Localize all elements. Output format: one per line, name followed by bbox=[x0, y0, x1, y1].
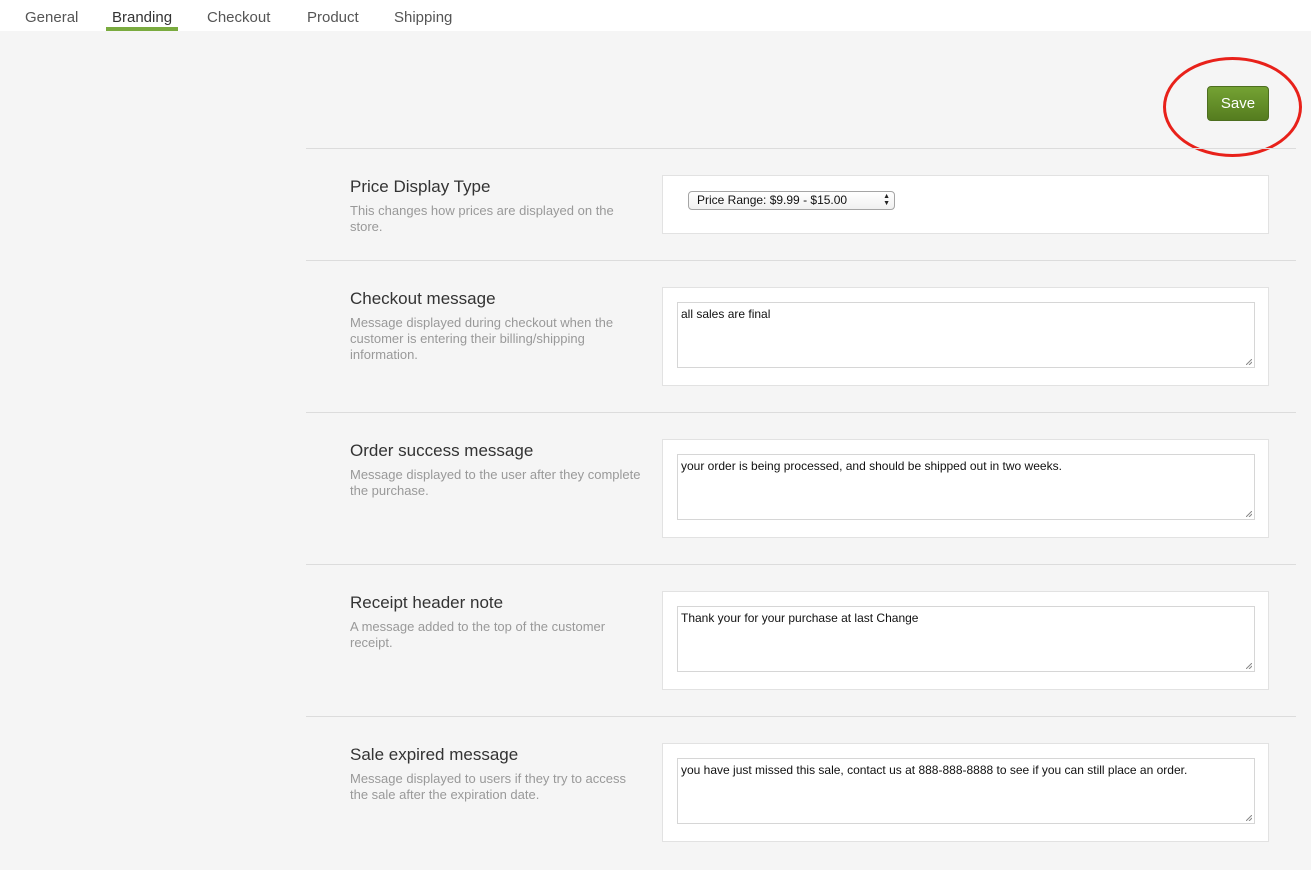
receipt-header-description: A message added to the top of the custom… bbox=[350, 619, 606, 650]
order-success-value: your order is being processed, and shoul… bbox=[681, 459, 1062, 473]
section-divider bbox=[306, 148, 1296, 149]
receipt-header-label: Receipt header note bbox=[350, 593, 504, 612]
resize-grip-icon[interactable] bbox=[1246, 359, 1252, 365]
settings-tab-bar: General Branding Checkout Product Shippi… bbox=[0, 0, 1311, 31]
section-divider bbox=[306, 412, 1296, 413]
checkout-message-description: Message displayed during checkout when t… bbox=[350, 315, 614, 362]
checkout-message-label: Checkout message bbox=[350, 289, 496, 308]
sale-expired-value: you have just missed this sale, contact … bbox=[681, 763, 1188, 777]
section-divider bbox=[306, 716, 1296, 717]
price-display-select[interactable]: Price Range: $9.99 - $15.00 ▲ ▼ bbox=[688, 191, 895, 210]
receipt-header-value: Thank your for your purchase at last Cha… bbox=[681, 611, 919, 625]
order-success-textarea[interactable]: your order is being processed, and shoul… bbox=[677, 454, 1255, 520]
save-button[interactable]: Save bbox=[1207, 86, 1269, 121]
select-arrows-icon: ▲ ▼ bbox=[883, 193, 890, 207]
price-display-selected-value: Price Range: $9.99 - $15.00 bbox=[697, 193, 848, 207]
order-success-label: Order success message bbox=[350, 441, 534, 460]
section-divider bbox=[306, 260, 1296, 261]
sale-expired-description: Message displayed to users if they try t… bbox=[350, 771, 627, 802]
price-display-description: This changes how prices are displayed on… bbox=[350, 203, 614, 234]
sale-expired-label: Sale expired message bbox=[350, 745, 519, 764]
tab-checkout[interactable]: Checkout bbox=[207, 9, 270, 31]
resize-grip-icon[interactable] bbox=[1246, 511, 1252, 517]
resize-grip-icon[interactable] bbox=[1246, 663, 1252, 669]
section-divider bbox=[306, 564, 1296, 565]
checkout-message-textarea[interactable]: all sales are final bbox=[677, 302, 1255, 368]
resize-grip-icon[interactable] bbox=[1246, 815, 1252, 821]
price-display-label: Price Display Type bbox=[350, 177, 491, 196]
tab-general[interactable]: General bbox=[25, 9, 78, 31]
tab-product[interactable]: Product bbox=[307, 9, 359, 31]
tab-shipping[interactable]: Shipping bbox=[394, 9, 452, 31]
checkout-message-value: all sales are final bbox=[681, 307, 771, 321]
order-success-description: Message displayed to the user after they… bbox=[350, 467, 641, 498]
tab-branding[interactable]: Branding bbox=[106, 9, 179, 31]
sale-expired-textarea[interactable]: you have just missed this sale, contact … bbox=[677, 758, 1255, 824]
receipt-header-textarea[interactable]: Thank your for your purchase at last Cha… bbox=[677, 606, 1255, 672]
